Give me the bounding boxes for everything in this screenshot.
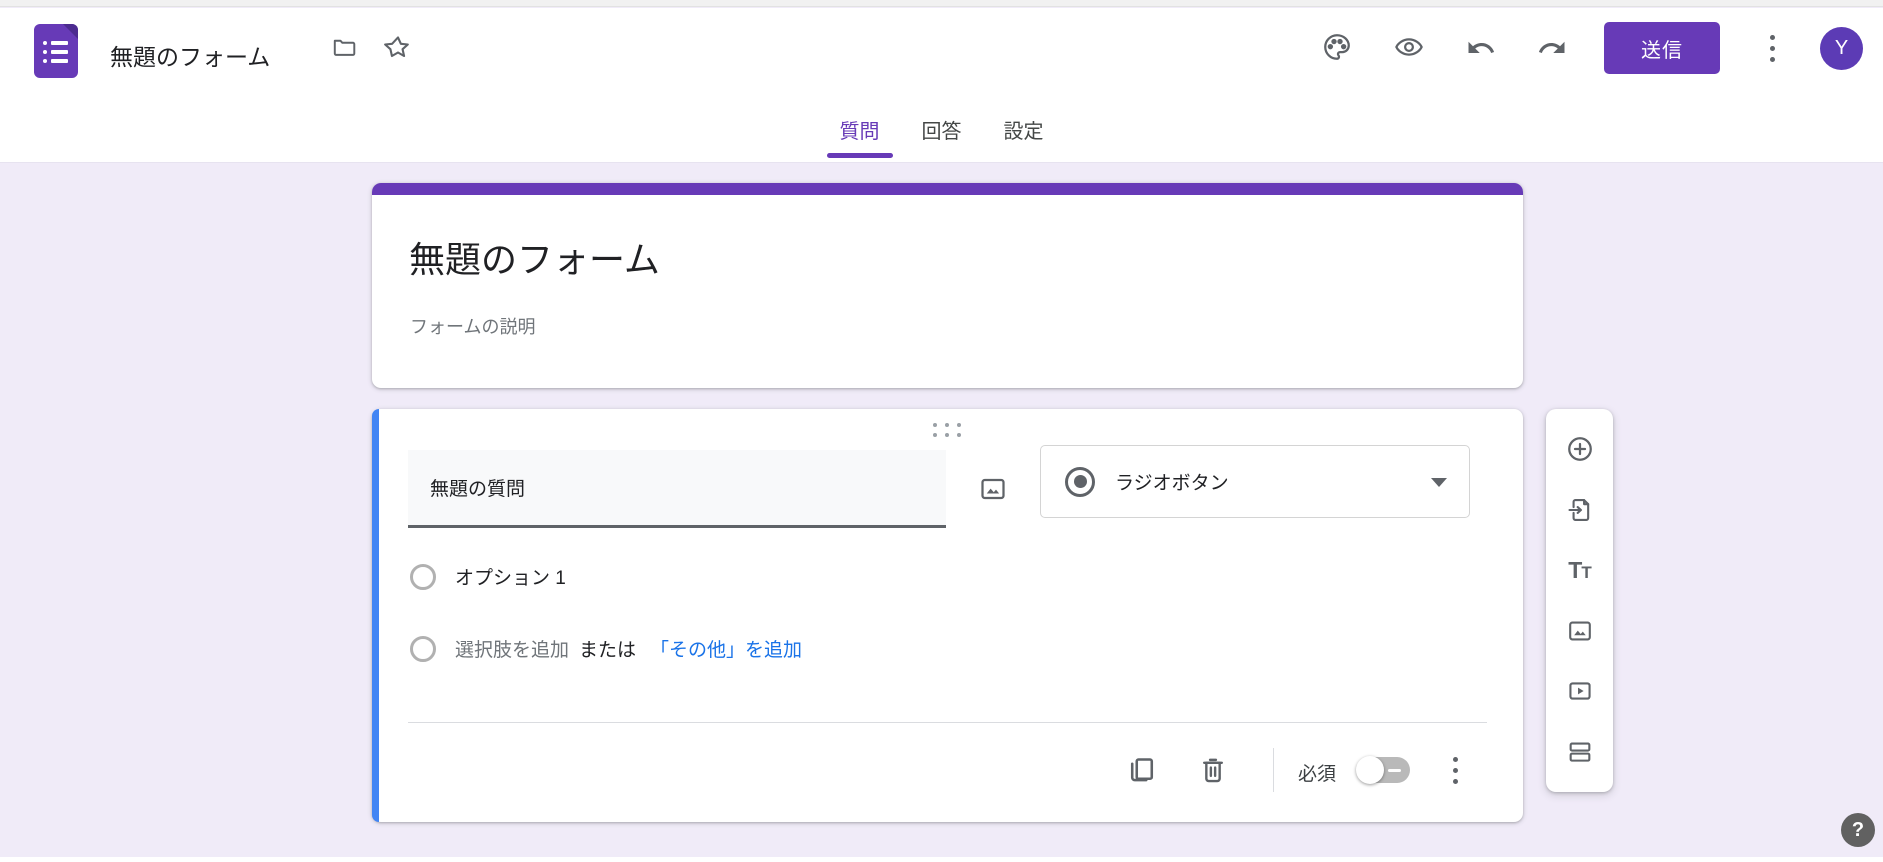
star-button[interactable] <box>384 33 412 61</box>
kebab-menu-icon <box>1453 757 1458 784</box>
avatar[interactable]: Y <box>1820 27 1863 70</box>
preview-button[interactable] <box>1394 32 1424 62</box>
help-button[interactable]: ? <box>1841 813 1875 847</box>
add-title-button[interactable]: TT <box>1565 555 1595 585</box>
duplicate-question-button[interactable] <box>1120 749 1162 791</box>
drag-handle[interactable] <box>933 423 961 437</box>
star-icon <box>384 33 412 61</box>
add-option-text[interactable]: 選択肢を追加 <box>455 635 569 662</box>
add-section-icon <box>1566 738 1594 766</box>
add-option-row: 選択肢を追加 または 「その他」を追加 <box>410 635 802 662</box>
form-title-input[interactable]: 無題のフォーム <box>409 231 660 283</box>
card-footer-divider <box>408 722 1487 723</box>
add-video-icon <box>1566 677 1594 705</box>
question-title-input[interactable]: 無題の質問 <box>408 450 946 528</box>
add-question-button[interactable] <box>1565 434 1595 464</box>
theme-color-bar <box>372 183 1523 195</box>
add-image-icon <box>1566 617 1594 645</box>
question-more-button[interactable] <box>1434 749 1476 791</box>
folder-icon <box>331 34 357 60</box>
logo-line <box>43 50 68 54</box>
google-forms-editor: 無題のフォーム <box>0 0 1883 862</box>
required-toggle[interactable] <box>1358 757 1410 783</box>
question-type-dropdown[interactable]: ラジオボタン <box>1040 445 1470 518</box>
option-label[interactable]: オプション 1 <box>455 563 566 590</box>
add-question-icon <box>1565 434 1595 464</box>
chevron-down-icon <box>1431 478 1447 487</box>
preview-eye-icon <box>1394 32 1424 62</box>
app-header: 無題のフォーム <box>0 8 1883 163</box>
radio-circle-icon <box>410 636 436 662</box>
radio-button-icon <box>1065 467 1095 497</box>
active-tab-indicator <box>827 153 893 158</box>
form-title-field[interactable]: 無題のフォーム <box>110 38 270 72</box>
import-questions-button[interactable] <box>1565 495 1595 525</box>
theme-button[interactable] <box>1322 32 1352 62</box>
add-video-button[interactable] <box>1565 676 1595 706</box>
add-section-button[interactable] <box>1565 737 1595 767</box>
delete-question-button[interactable] <box>1192 749 1234 791</box>
undo-icon <box>1466 33 1496 63</box>
redo-icon <box>1537 33 1567 63</box>
trash-icon <box>1197 754 1229 786</box>
tab-responses[interactable]: 回答 <box>920 96 964 163</box>
add-image-button[interactable] <box>1565 616 1595 646</box>
tab-bar: 質問 回答 設定 <box>0 96 1883 163</box>
logo-fold <box>63 24 78 39</box>
kebab-menu-icon <box>1770 35 1775 62</box>
question-card: 無題の質問 ラジオボタン オプション 1 選択肢を追加 または 「その他」を追加 <box>372 409 1523 822</box>
palette-icon <box>1322 32 1352 62</box>
footer-vertical-divider <box>1273 748 1274 792</box>
tab-label: 設定 <box>1004 115 1044 144</box>
toggle-thumb <box>1356 756 1384 784</box>
duplicate-icon <box>1124 753 1158 787</box>
tab-label: 回答 <box>922 115 962 144</box>
send-button[interactable]: 送信 <box>1604 22 1720 74</box>
option-row: オプション 1 <box>410 563 566 590</box>
redo-button[interactable] <box>1537 33 1567 63</box>
forms-logo[interactable] <box>34 24 78 78</box>
question-add-image-button[interactable] <box>972 468 1014 510</box>
move-folder-button[interactable] <box>331 34 357 60</box>
image-icon <box>978 474 1008 504</box>
undo-button[interactable] <box>1466 33 1496 63</box>
form-header-card: 無題のフォーム フォームの説明 <box>372 183 1523 388</box>
toggle-track-dash <box>1388 769 1401 772</box>
tab-settings[interactable]: 設定 <box>1002 96 1046 163</box>
floating-toolbar: TT <box>1546 409 1613 792</box>
radio-circle-icon <box>410 564 436 590</box>
form-description-input[interactable]: フォームの説明 <box>410 313 535 339</box>
window-top-strip <box>0 0 1883 7</box>
add-option-connector: または <box>579 635 636 662</box>
question-type-label: ラジオボタン <box>1115 468 1229 495</box>
page-bottom-strip <box>0 857 1883 862</box>
import-questions-icon <box>1566 496 1594 524</box>
add-title-icon: TT <box>1568 557 1590 584</box>
active-question-edge <box>372 409 379 822</box>
tab-questions[interactable]: 質問 <box>838 96 882 163</box>
add-other-link[interactable]: 「その他」を追加 <box>650 635 802 662</box>
logo-line <box>43 41 68 45</box>
tab-label: 質問 <box>840 115 880 144</box>
header-more-button[interactable] <box>1758 30 1786 66</box>
required-label: 必須 <box>1298 759 1336 786</box>
logo-line <box>43 59 68 63</box>
